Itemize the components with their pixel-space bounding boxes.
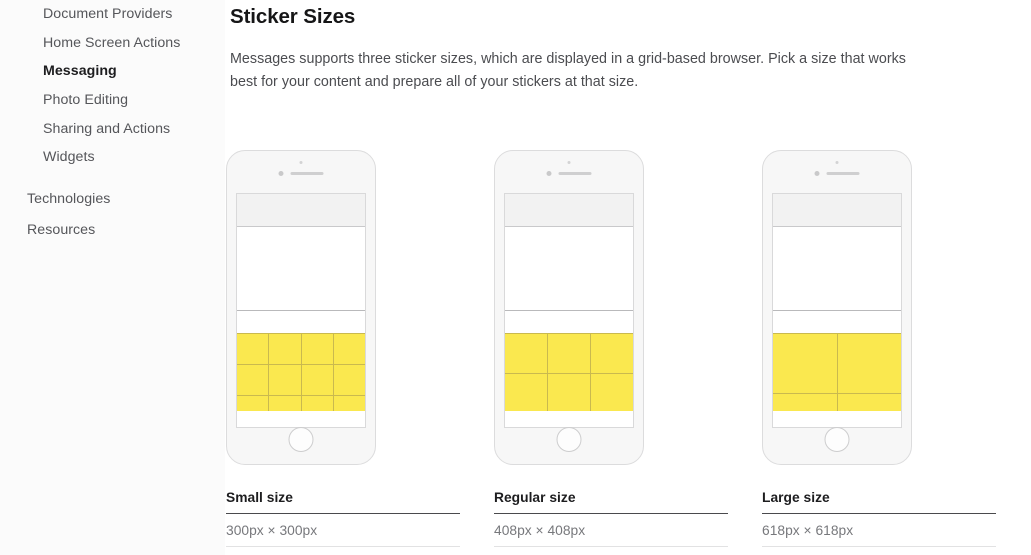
- sticker-cell[interactable]: [301, 365, 333, 395]
- proximity-sensor-icon: [814, 171, 820, 176]
- sticker-grid-large: [773, 333, 901, 411]
- sidebar-item-document-providers[interactable]: Document Providers: [0, 0, 225, 29]
- screen-app-tab-bar: [773, 411, 901, 427]
- sticker-grid-regular: [505, 333, 633, 411]
- sticker-cell[interactable]: [591, 334, 633, 373]
- screen-nav-bar: [773, 194, 901, 227]
- screen-input-area: [237, 311, 365, 333]
- sticker-cell[interactable]: [837, 394, 901, 411]
- sidebar-item-messaging[interactable]: Messaging: [0, 57, 225, 86]
- screen-conversation-area: [505, 227, 633, 311]
- screen-input-area: [773, 311, 901, 333]
- sidebar-top-list: Technologies Resources: [0, 184, 225, 246]
- sidebar-item-resources[interactable]: Resources: [0, 215, 225, 246]
- figure-large: Large size 618px × 618px: [762, 150, 996, 547]
- sticker-cell[interactable]: [505, 334, 547, 373]
- intro-paragraph: Messages supports three sticker sizes, w…: [230, 50, 906, 90]
- caption-dimensions: 618px × 618px: [762, 514, 996, 547]
- phone-screen-small: [236, 193, 366, 428]
- sidebar-item-label: Sharing and Actions: [43, 120, 171, 137]
- main-content: Sticker Sizes Messages supports three st…: [225, 0, 1031, 555]
- sidebar-item-label: Messaging: [43, 63, 117, 80]
- sticker-cell[interactable]: [548, 334, 590, 373]
- sticker-cell[interactable]: [837, 334, 901, 393]
- screen-app-tab-bar: [237, 411, 365, 427]
- screen-nav-bar: [237, 194, 365, 227]
- sticker-browser-viewport: [505, 333, 633, 411]
- sidebar-item-label: Resources: [27, 222, 96, 239]
- front-camera-icon: [299, 161, 303, 164]
- sidebar-item-widgets[interactable]: Widgets: [0, 143, 225, 172]
- earpiece-speaker-icon: [826, 171, 860, 176]
- sticker-grid-small: [237, 333, 365, 411]
- sidebar-item-sharing-and-actions[interactable]: Sharing and Actions: [0, 114, 225, 143]
- sidebar-sub-list: Document Providers Home Screen Actions Mes…: [0, 0, 225, 172]
- home-button-icon[interactable]: [824, 427, 850, 452]
- sticker-cell[interactable]: [301, 396, 333, 411]
- sticker-cell[interactable]: [773, 394, 837, 411]
- figure-regular: Regular size 408px × 408px: [494, 150, 728, 547]
- sticker-cell[interactable]: [333, 334, 365, 364]
- home-button-icon[interactable]: [556, 427, 582, 452]
- sticker-cell[interactable]: [505, 374, 547, 411]
- sidebar-item-technologies[interactable]: Technologies: [0, 184, 225, 215]
- home-button-icon[interactable]: [288, 427, 314, 452]
- phone-mockup-large: [762, 150, 912, 465]
- caption-dimensions: 300px × 300px: [226, 514, 460, 547]
- sticker-browser-viewport: [773, 333, 901, 411]
- sidebar-item-label: Home Screen Actions: [43, 34, 181, 51]
- figure-caption-large: Large size 618px × 618px: [762, 490, 996, 547]
- screen-nav-bar: [505, 194, 633, 227]
- sticker-cell[interactable]: [301, 334, 333, 364]
- figure-caption-regular: Regular size 408px × 408px: [494, 490, 728, 547]
- front-camera-icon: [567, 161, 571, 164]
- sidebar-item-photo-editing[interactable]: Photo Editing: [0, 86, 225, 115]
- sidebar-item-label: Photo Editing: [43, 91, 129, 108]
- sidebar-item-label: Document Providers: [43, 6, 173, 23]
- sticker-cell[interactable]: [269, 365, 301, 395]
- sticker-size-figures: Small size 300px × 300px Regular size 408px…: [226, 150, 1031, 547]
- sidebar-item-label: Technologies: [27, 191, 111, 208]
- figure-small: Small size 300px × 300px: [226, 150, 460, 547]
- caption-title: Regular size: [494, 490, 728, 514]
- phone-top-hardware: [546, 171, 592, 176]
- sticker-browser-viewport: [237, 333, 365, 411]
- page-title: Sticker Sizes: [230, 5, 356, 28]
- sticker-cell[interactable]: [773, 334, 837, 393]
- sidebar-divider-space: [0, 172, 225, 184]
- proximity-sensor-icon: [546, 171, 552, 176]
- sidebar-navigation: Document Providers Home Screen Actions Mes…: [0, 0, 225, 555]
- phone-top-hardware: [814, 171, 860, 176]
- sticker-cell[interactable]: [333, 396, 365, 411]
- caption-title: Small size: [226, 490, 460, 514]
- documentation-page: Document Providers Home Screen Actions Mes…: [0, 0, 1031, 555]
- phone-screen-regular: [504, 193, 634, 428]
- proximity-sensor-icon: [278, 171, 284, 176]
- sticker-cell[interactable]: [591, 374, 633, 411]
- sticker-cell[interactable]: [269, 334, 301, 364]
- sticker-cell[interactable]: [237, 396, 269, 411]
- screen-conversation-area: [773, 227, 901, 311]
- phone-top-hardware: [278, 171, 324, 176]
- caption-title: Large size: [762, 490, 996, 514]
- front-camera-icon: [835, 161, 839, 164]
- sticker-cell[interactable]: [237, 334, 269, 364]
- phone-mockup-small: [226, 150, 376, 465]
- sidebar-item-label: Widgets: [43, 149, 95, 166]
- screen-input-area: [505, 311, 633, 333]
- phone-mockup-regular: [494, 150, 644, 465]
- phone-screen-large: [772, 193, 902, 428]
- sticker-cell[interactable]: [333, 365, 365, 395]
- earpiece-speaker-icon: [558, 171, 592, 176]
- figure-caption-small: Small size 300px × 300px: [226, 490, 460, 547]
- earpiece-speaker-icon: [290, 171, 324, 176]
- sidebar-item-home-screen-actions[interactable]: Home Screen Actions: [0, 29, 225, 58]
- screen-conversation-area: [237, 227, 365, 311]
- sticker-cell[interactable]: [269, 396, 301, 411]
- caption-dimensions: 408px × 408px: [494, 514, 728, 547]
- screen-app-tab-bar: [505, 411, 633, 427]
- sticker-cell[interactable]: [548, 374, 590, 411]
- sticker-cell[interactable]: [237, 365, 269, 395]
